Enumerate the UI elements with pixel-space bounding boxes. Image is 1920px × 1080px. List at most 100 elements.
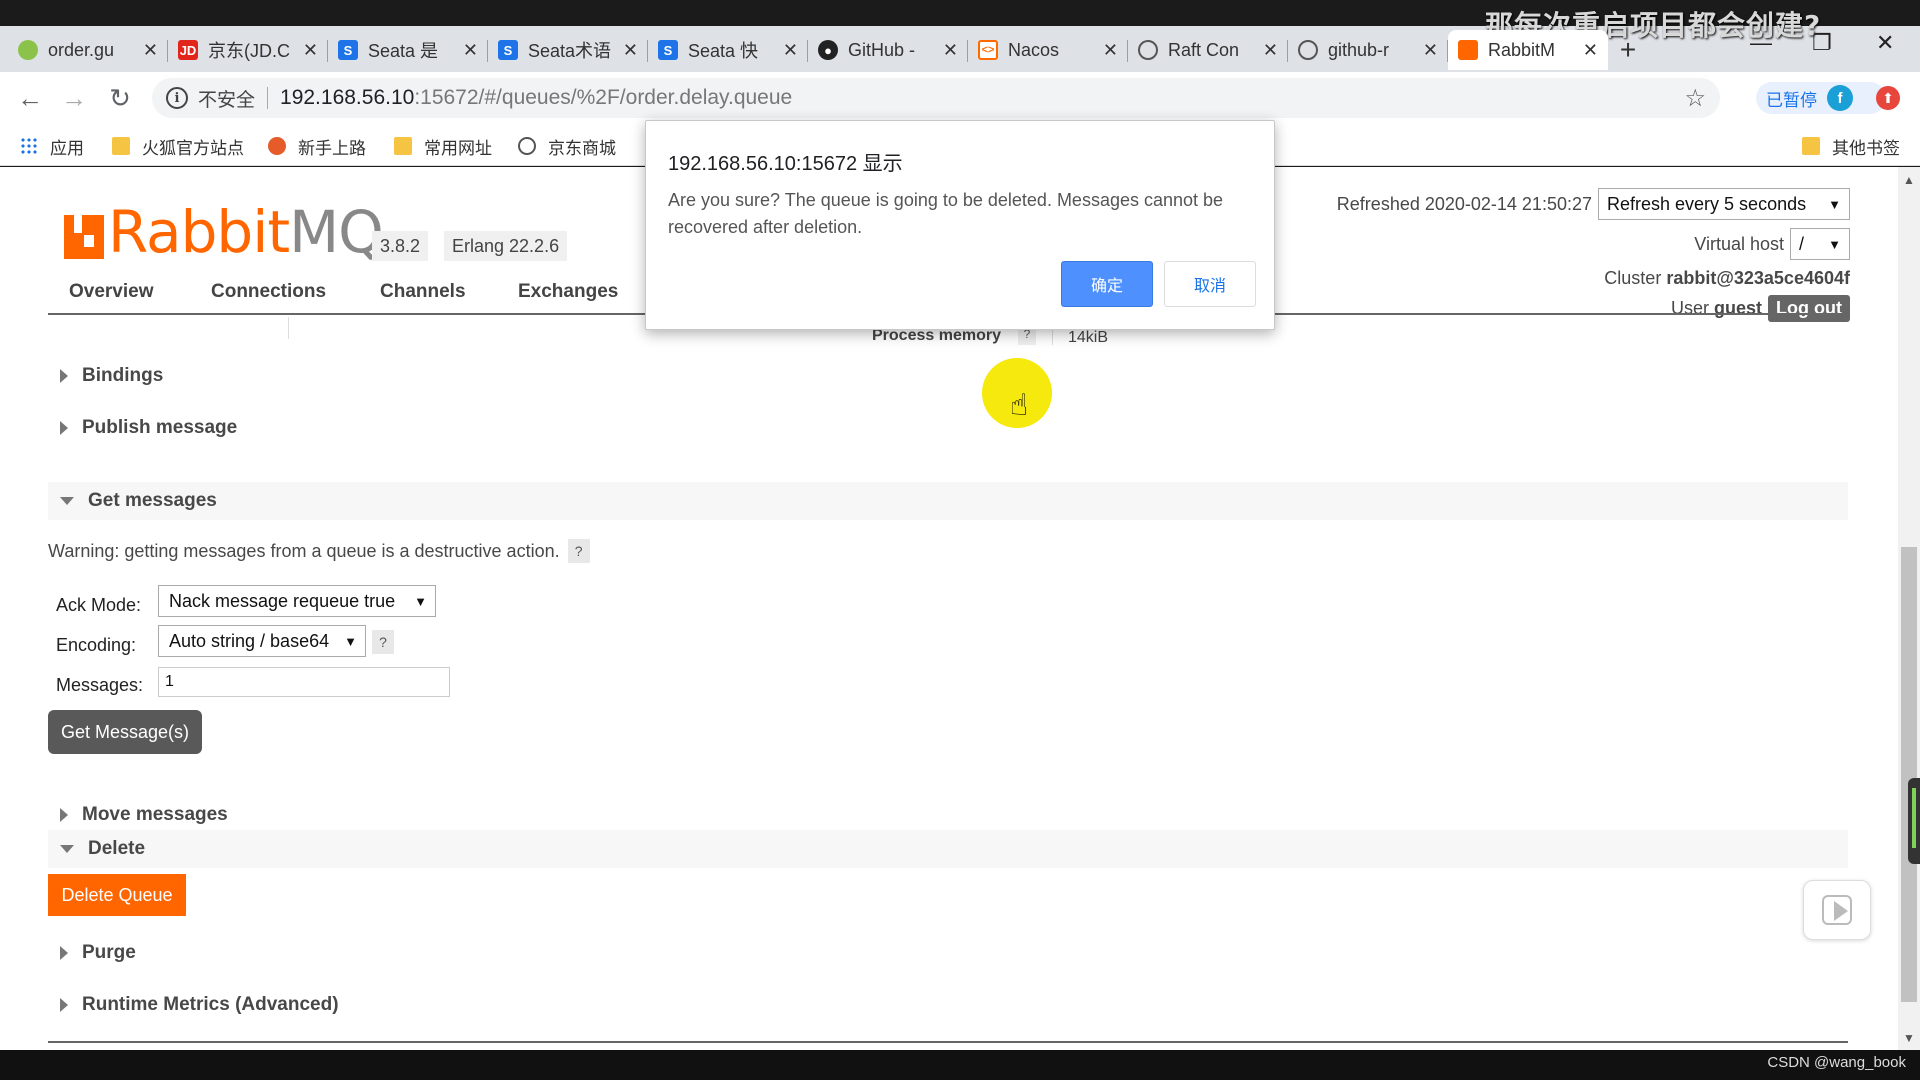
tab-9-active[interactable]: RabbitM ✕ xyxy=(1448,30,1608,70)
globe-icon xyxy=(1138,40,1158,60)
nav-overview[interactable]: Overview xyxy=(69,281,154,303)
vhost-label: Virtual host xyxy=(1694,233,1784,254)
dialog-cancel-button[interactable]: 取消 xyxy=(1164,261,1256,307)
refresh-select[interactable]: Refresh every 5 seconds ▼ xyxy=(1598,188,1850,220)
reload-icon[interactable]: ↻ xyxy=(104,82,136,114)
bookmark-jd-mall[interactable]: 京东商城 xyxy=(518,134,616,158)
section-delete[interactable]: Delete xyxy=(48,830,1848,868)
ack-mode-label: Ack Mode: xyxy=(56,595,142,615)
url-text[interactable]: 192.168.56.10:15672/#/queues/%2F/order.d… xyxy=(280,86,792,110)
tab-3[interactable]: S Seata术语 ✕ xyxy=(488,30,648,70)
back-arrow-icon[interactable]: ← xyxy=(14,82,46,114)
tab-0[interactable]: order.gu ✕ xyxy=(8,30,168,70)
help-icon[interactable]: ? xyxy=(567,539,590,563)
video-bottom-bar xyxy=(0,1050,1920,1080)
section-runtime-metrics[interactable]: Runtime Metrics (Advanced) xyxy=(48,986,1848,1024)
vhost-select[interactable]: / ▼ xyxy=(1790,228,1850,260)
address-bar[interactable]: i 不安全 192.168.56.10:15672/#/queues/%2F/o… xyxy=(152,78,1720,118)
bookmark-getting-started[interactable]: 新手上路 xyxy=(268,134,366,158)
dialog-ok-button[interactable]: 确定 xyxy=(1061,261,1153,307)
tab-title: Seata术语 xyxy=(528,41,612,61)
process-memory-value: 14kiB xyxy=(1068,329,1109,346)
section-publish-message[interactable]: Publish message xyxy=(48,409,1848,447)
section-bindings[interactable]: Bindings xyxy=(48,357,1848,395)
scroll-down-icon[interactable]: ▼ xyxy=(1903,1031,1915,1045)
forward-arrow-icon[interactable]: → xyxy=(58,82,90,114)
help-icon[interactable]: ? xyxy=(372,630,394,654)
messages-count-input[interactable] xyxy=(158,667,450,697)
section-purge[interactable]: Purge xyxy=(48,934,1848,972)
close-icon[interactable]: ✕ xyxy=(303,40,318,61)
close-icon[interactable]: ✕ xyxy=(1263,40,1278,61)
get-messages-button[interactable]: Get Message(s) xyxy=(48,710,202,754)
close-icon[interactable]: ✕ xyxy=(943,40,958,61)
close-icon[interactable]: ✕ xyxy=(1423,40,1438,61)
bookmark-label: 京东商城 xyxy=(548,138,616,158)
close-icon[interactable]: ✕ xyxy=(1583,40,1598,61)
profile-button[interactable]: 已暂停 f xyxy=(1756,82,1886,114)
tab-title: Seata 是 xyxy=(368,41,439,61)
nav-connections[interactable]: Connections xyxy=(211,281,326,303)
tab-title: Raft Con xyxy=(1168,39,1240,60)
bookmark-apps[interactable]: 应用 xyxy=(20,134,84,158)
chevron-down-icon xyxy=(60,845,74,853)
tab-7[interactable]: Raft Con ✕ xyxy=(1128,30,1288,70)
page-scrollbar[interactable]: ▲ ▼ xyxy=(1898,167,1920,1050)
play-triangle xyxy=(1834,901,1848,921)
tab-strip: order.gu ✕ JD 京东(JD.C ✕ S Seata 是 ✕ S Seata术语 ✕… xyxy=(8,30,1648,72)
bookmark-label: 常用网址 xyxy=(424,138,492,158)
minimize-icon[interactable]: — xyxy=(1750,30,1772,66)
jd-icon: JD xyxy=(178,40,198,60)
nav-exchanges[interactable]: Exchanges xyxy=(518,281,618,303)
chevron-down-icon xyxy=(60,497,74,505)
info-icon[interactable]: i xyxy=(166,87,188,109)
chevron-right-icon xyxy=(60,946,68,960)
tab-4[interactable]: S Seata 快 ✕ xyxy=(648,30,808,70)
close-icon[interactable]: ✕ xyxy=(783,40,798,61)
scrollbar-thumb[interactable] xyxy=(1901,547,1917,1002)
section-label: Bindings xyxy=(82,365,164,386)
close-icon[interactable]: ✕ xyxy=(623,40,638,61)
dropdown-arrow-icon: ▼ xyxy=(414,593,427,609)
bookmark-common-sites[interactable]: 常用网址 xyxy=(394,134,492,158)
tab-6[interactable]: <> Nacos ✕ xyxy=(968,30,1128,70)
delete-queue-button[interactable]: Delete Queue xyxy=(48,874,186,916)
divider xyxy=(267,87,269,109)
close-icon[interactable]: ✕ xyxy=(1103,40,1118,61)
tab-title: RabbitM xyxy=(1488,39,1556,60)
globe-icon xyxy=(518,137,536,155)
new-tab-button[interactable]: + xyxy=(1608,30,1648,70)
folder-icon xyxy=(112,137,130,155)
tab-2[interactable]: S Seata 是 ✕ xyxy=(328,30,488,70)
nav-channels[interactable]: Channels xyxy=(380,281,466,303)
leaf-icon xyxy=(18,40,38,60)
dialog-message: Are you sure? The queue is going to be d… xyxy=(668,190,1224,237)
ack-mode-select[interactable]: Nack message requeue true ▼ xyxy=(158,585,436,617)
folder-icon xyxy=(1802,137,1820,155)
close-window-icon[interactable]: ✕ xyxy=(1876,30,1894,66)
chevron-right-icon xyxy=(60,369,68,383)
browser-tab-bar: 那每次重启项目都会创建? order.gu ✕ JD 京东(JD.C ✕ S Seata… xyxy=(0,0,1920,72)
close-icon[interactable]: ✕ xyxy=(463,40,478,61)
divider xyxy=(288,317,289,339)
watermark: CSDN @wang_book xyxy=(1767,1054,1906,1071)
apps-grid-icon xyxy=(20,137,38,155)
section-get-messages[interactable]: Get messages xyxy=(48,482,1848,520)
play-icon[interactable] xyxy=(1803,880,1871,940)
section-move-messages[interactable]: Move messages xyxy=(48,796,1848,834)
extension-icon[interactable]: ⬆ xyxy=(1876,86,1900,110)
volume-widget[interactable] xyxy=(1908,778,1920,864)
github-icon: ● xyxy=(818,40,838,60)
star-icon[interactable]: ☆ xyxy=(1684,84,1706,113)
restore-icon[interactable]: ❐ xyxy=(1812,30,1832,66)
scroll-up-icon[interactable]: ▲ xyxy=(1903,173,1915,187)
bookmark-firefox-site[interactable]: 火狐官方站点 xyxy=(112,134,244,158)
tab-5[interactable]: ● GitHub - ✕ xyxy=(808,30,968,70)
tab-8[interactable]: github-r ✕ xyxy=(1288,30,1448,70)
rabbitmq-icon xyxy=(1458,40,1478,60)
tab-1[interactable]: JD 京东(JD.C ✕ xyxy=(168,30,328,70)
url-path: :15672/#/queues/%2F/order.delay.queue xyxy=(414,86,793,109)
close-icon[interactable]: ✕ xyxy=(143,40,158,61)
bookmark-other[interactable]: 其他书签 xyxy=(1802,134,1900,158)
encoding-select[interactable]: Auto string / base64 ▼ xyxy=(158,625,366,657)
